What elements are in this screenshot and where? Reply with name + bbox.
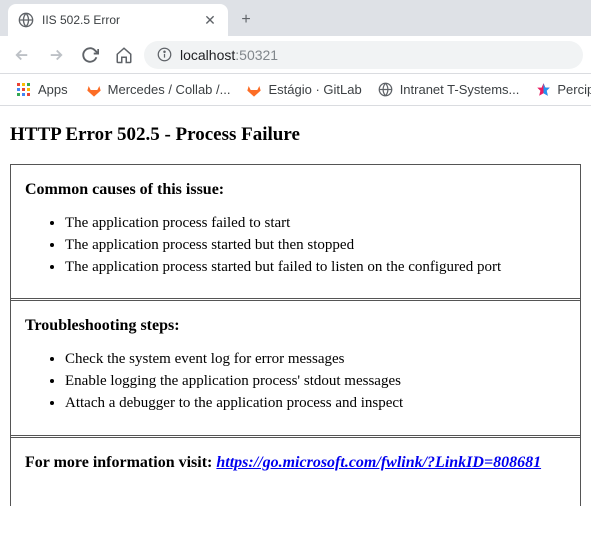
list-item: Attach a debugger to the application pro…: [65, 393, 566, 415]
tab-title: IIS 502.5 Error: [42, 13, 194, 27]
bookmark-label: Percipio: [557, 82, 591, 97]
address-host: localhost: [180, 47, 235, 63]
address-port: :50321: [235, 47, 278, 63]
tab-bar: IIS 502.5 Error ✕ +: [0, 0, 591, 36]
more-info-line: For more information visit: https://go.m…: [25, 454, 566, 472]
globe-icon: [18, 12, 34, 28]
list-item: The application process started but fail…: [65, 257, 566, 279]
more-info-link[interactable]: https://go.microsoft.com/fwlink/?LinkID=…: [216, 454, 541, 471]
steps-list: Check the system event log for error mes…: [25, 349, 566, 414]
causes-list: The application process failed to start …: [25, 213, 566, 278]
list-item: Enable logging the application process' …: [65, 371, 566, 393]
gitlab-icon: [86, 82, 102, 98]
bookmark-mercedes[interactable]: Mercedes / Collab /...: [80, 78, 237, 102]
address-text: localhost:50321: [180, 47, 278, 63]
close-icon[interactable]: ✕: [202, 12, 218, 28]
browser-tab[interactable]: IIS 502.5 Error ✕: [8, 4, 228, 36]
list-item: Check the system event log for error mes…: [65, 349, 566, 371]
page-content: HTTP Error 502.5 - Process Failure Commo…: [0, 106, 591, 516]
forward-button[interactable]: [42, 41, 70, 69]
info-icon[interactable]: [156, 47, 172, 63]
bookmark-intranet[interactable]: Intranet T-Systems...: [372, 78, 526, 102]
section-troubleshooting: Troubleshooting steps: Check the system …: [11, 298, 580, 434]
globe-icon: [378, 82, 394, 98]
reload-button[interactable]: [76, 41, 104, 69]
browser-toolbar: localhost:50321: [0, 36, 591, 74]
apps-grid-icon: [16, 82, 32, 98]
list-item: The application process started but then…: [65, 235, 566, 257]
bookmark-label: Mercedes / Collab /...: [108, 82, 231, 97]
home-button[interactable]: [110, 41, 138, 69]
section-common-causes: Common causes of this issue: The applica…: [11, 165, 580, 298]
more-info-label: For more information visit:: [25, 454, 216, 471]
bookmark-label: Intranet T-Systems...: [400, 82, 520, 97]
info-box-container: Common causes of this issue: The applica…: [10, 164, 581, 506]
section-heading: Common causes of this issue:: [25, 181, 566, 199]
list-item: The application process failed to start: [65, 213, 566, 235]
bookmark-percipio[interactable]: Percipio: [529, 78, 591, 102]
address-bar[interactable]: localhost:50321: [144, 41, 583, 69]
section-more-info: For more information visit: https://go.m…: [11, 435, 580, 506]
new-tab-button[interactable]: +: [232, 6, 260, 34]
apps-button[interactable]: Apps: [8, 78, 76, 102]
percipio-icon: [535, 82, 551, 98]
bookmark-estagio[interactable]: Estágio · GitLab: [240, 78, 367, 102]
page-title: HTTP Error 502.5 - Process Failure: [10, 124, 581, 146]
bookmark-label: Estágio · GitLab: [268, 82, 361, 97]
back-button[interactable]: [8, 41, 36, 69]
section-heading: Troubleshooting steps:: [25, 317, 566, 335]
gitlab-icon: [246, 82, 262, 98]
bookmarks-bar: Apps Mercedes / Collab /... Estágio · Gi…: [0, 74, 591, 106]
apps-label: Apps: [38, 82, 68, 97]
browser-chrome: IIS 502.5 Error ✕ + localhost:50321: [0, 0, 591, 106]
